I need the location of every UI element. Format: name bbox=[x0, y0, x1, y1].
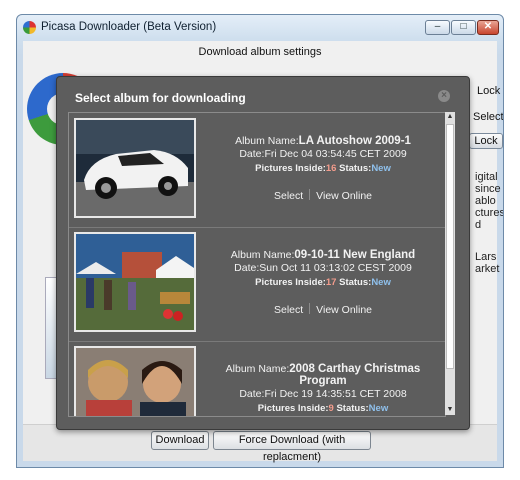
status-label: Status: bbox=[339, 163, 372, 174]
album-name: LA Autoshow 2009-1 bbox=[298, 135, 411, 147]
album-thumbnail[interactable] bbox=[74, 118, 196, 218]
author-line: arket bbox=[475, 263, 500, 275]
description-text: igital since ablo ctures d bbox=[475, 171, 504, 231]
album-name-label: Album Name: bbox=[225, 363, 290, 375]
view-online-link[interactable]: View Online bbox=[316, 304, 372, 316]
divider bbox=[309, 303, 311, 314]
album-actions: Select View Online bbox=[201, 303, 445, 316]
scroll-up-icon[interactable]: ▲ bbox=[445, 112, 455, 122]
album-name: 2008 Carthay Christmas Program bbox=[289, 363, 421, 387]
album-actions: Select View Online bbox=[201, 189, 445, 202]
minimize-icon: – bbox=[434, 21, 441, 32]
maximize-button[interactable]: □ bbox=[451, 20, 476, 35]
title-bar[interactable]: Picasa Downloader (Beta Version) – □ ✕ bbox=[17, 15, 503, 41]
close-icon[interactable]: × bbox=[438, 90, 450, 102]
maximize-icon: □ bbox=[460, 21, 467, 32]
divider bbox=[309, 189, 311, 200]
status-label: Status: bbox=[339, 277, 372, 288]
settings-title: Download album settings bbox=[198, 46, 322, 58]
album-info: Album Name:09-10-11 New England Date:Sun… bbox=[201, 249, 445, 288]
pictures-count: 16 bbox=[325, 163, 337, 174]
album-name-label: Album Name: bbox=[235, 135, 299, 147]
description-line: since bbox=[475, 183, 501, 195]
pictures-count: 17 bbox=[325, 277, 337, 288]
minimize-button[interactable]: – bbox=[425, 20, 450, 35]
status-badge: New bbox=[371, 277, 391, 288]
album-thumbnail[interactable] bbox=[74, 346, 196, 416]
album-list: Album Name:LA Autoshow 2009-1 Date:Fri D… bbox=[68, 112, 446, 417]
pictures-label: Pictures Inside: bbox=[257, 403, 329, 414]
album-item: Album Name:09-10-11 New England Date:Sun… bbox=[69, 227, 445, 342]
album-date: Fri Dec 19 14:35:51 CET 2008 bbox=[264, 388, 407, 400]
album-item: Album Name:2008 Carthay Christmas Progra… bbox=[69, 341, 445, 416]
scrollbar-thumb[interactable] bbox=[446, 124, 454, 369]
author-text: Lars arket bbox=[475, 251, 499, 275]
album-list-scrollbar[interactable]: ▲ ▼ bbox=[445, 112, 455, 415]
window-title: Picasa Downloader (Beta Version) bbox=[41, 21, 217, 33]
description-line: igital bbox=[475, 171, 498, 183]
force-download-button[interactable]: Force Download (with replacment) bbox=[213, 431, 371, 463]
album-name-label: Album Name: bbox=[230, 249, 295, 261]
picasa-icon bbox=[23, 21, 36, 34]
album-select-dialog: Select album for downloading × Album Nam… bbox=[56, 76, 470, 430]
status-badge: New bbox=[371, 163, 391, 174]
album-date: Sun Oct 11 03:13:02 CEST 2009 bbox=[259, 262, 412, 274]
album-date-label: Date: bbox=[239, 388, 265, 400]
select-label: Select bbox=[473, 111, 504, 123]
album-info: Album Name:LA Autoshow 2009-1 Date:Fri D… bbox=[201, 135, 445, 174]
status-label: Status: bbox=[336, 403, 369, 414]
album-date-label: Date: bbox=[239, 148, 265, 160]
close-icon: ✕ bbox=[483, 21, 493, 32]
download-button[interactable]: Download bbox=[151, 431, 209, 450]
album-info: Album Name:2008 Carthay Christmas Progra… bbox=[201, 363, 445, 414]
description-line: ctures bbox=[475, 207, 504, 219]
scroll-down-icon[interactable]: ▼ bbox=[445, 405, 455, 415]
description-line: ablo bbox=[475, 195, 496, 207]
lock-button[interactable]: Lock bbox=[469, 133, 503, 149]
album-date-label: Date: bbox=[234, 262, 260, 274]
album-name: 09-10-11 New England bbox=[294, 249, 416, 261]
dialog-title: Select album for downloading bbox=[75, 91, 246, 105]
album-date: Fri Dec 04 03:54:45 CET 2009 bbox=[264, 148, 407, 160]
lock-label: Lock bbox=[477, 85, 501, 97]
album-thumbnail[interactable] bbox=[74, 232, 196, 332]
author-line: Lars bbox=[475, 251, 497, 263]
pictures-label: Pictures Inside: bbox=[255, 277, 326, 288]
select-album-link[interactable]: Select bbox=[274, 304, 303, 316]
pictures-label: Pictures Inside: bbox=[255, 163, 326, 174]
close-window-button[interactable]: ✕ bbox=[477, 20, 499, 35]
view-online-link[interactable]: View Online bbox=[316, 190, 372, 202]
description-line: d bbox=[475, 219, 482, 231]
pictures-count: 9 bbox=[328, 403, 334, 414]
status-badge: New bbox=[368, 403, 389, 414]
select-album-link[interactable]: Select bbox=[274, 190, 303, 202]
album-item: Album Name:LA Autoshow 2009-1 Date:Fri D… bbox=[69, 113, 445, 228]
